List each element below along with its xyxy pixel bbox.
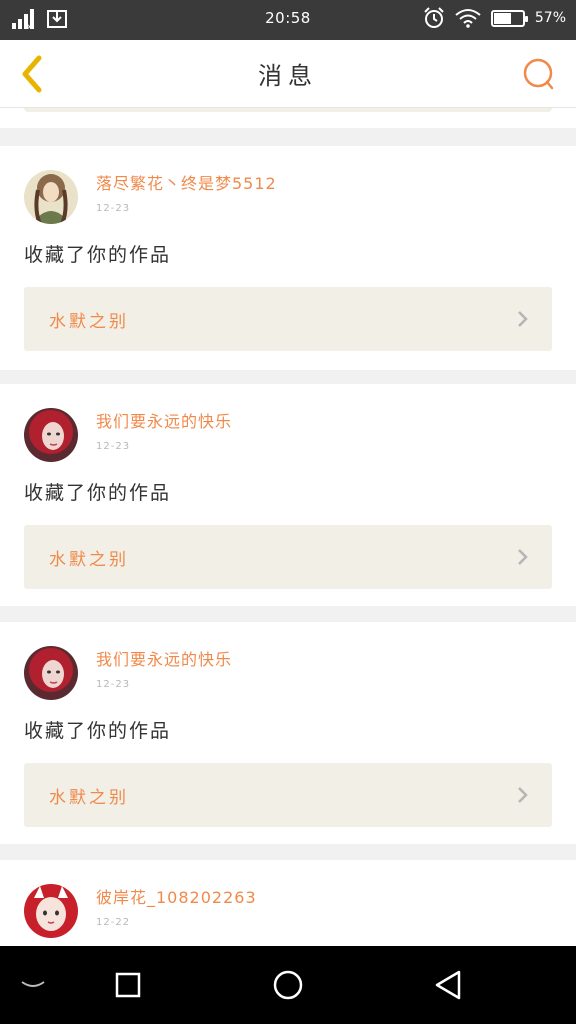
message-date: 12-22 [96, 917, 131, 928]
username[interactable]: 落尽繁花丶终是梦5512 [96, 170, 277, 194]
battery-icon [490, 9, 528, 27]
message-card: 我们要永远的快乐 12-23 收藏了你的作品 水默之别 [0, 622, 576, 844]
alarm-icon [424, 7, 444, 28]
message-card: 彼岸花_108202263 12-22 [0, 860, 576, 946]
work-title: 水默之别 [49, 312, 129, 332]
status-right: 57% [423, 7, 566, 29]
chevron-right-icon [518, 787, 528, 803]
system-navigation-bar [0, 946, 576, 1024]
message-date: 12-23 [96, 441, 131, 452]
message-date: 12-23 [96, 203, 131, 214]
search-icon [523, 58, 554, 90]
collapse-button[interactable] [5, 960, 61, 1010]
status-bar: x 20:58 57% [0, 0, 576, 40]
work-link[interactable]: 水默之别 [24, 525, 552, 589]
avatar[interactable] [24, 646, 78, 700]
message-date: 12-23 [96, 679, 131, 690]
avatar[interactable] [24, 884, 78, 938]
back-nav-button[interactable] [420, 960, 476, 1010]
work-link[interactable]: 水默之别 [24, 763, 552, 827]
wifi-icon [455, 9, 481, 28]
previous-work-box [24, 108, 552, 112]
username[interactable]: 我们要永远的快乐 [96, 646, 232, 670]
work-link[interactable]: 水默之别 [24, 287, 552, 351]
collapse-icon [21, 981, 45, 987]
message-action: 收藏了你的作品 [24, 244, 172, 266]
chevron-right-icon [518, 549, 528, 565]
back-icon [435, 970, 461, 1000]
avatar[interactable] [24, 170, 78, 224]
battery-fill [493, 12, 511, 24]
work-title: 水默之别 [49, 550, 129, 570]
recents-icon [115, 972, 141, 998]
battery-percent: 57% [534, 10, 566, 26]
previous-card-stub [0, 108, 576, 128]
message-list[interactable]: 落尽繁花丶终是梦5512 12-23 收藏了你的作品 水默之别 我们要永远的快乐… [0, 108, 576, 946]
avatar[interactable] [24, 408, 78, 462]
page-title: 消息 [258, 62, 318, 90]
home-button[interactable] [260, 960, 316, 1010]
header-bar: 消息 [0, 40, 576, 108]
work-title: 水默之别 [49, 788, 129, 808]
home-icon [273, 970, 303, 1000]
message-card: 落尽繁花丶终是梦5512 12-23 收藏了你的作品 水默之别 [0, 146, 576, 370]
message-card: 我们要永远的快乐 12-23 收藏了你的作品 水默之别 [0, 384, 576, 606]
screen: x 20:58 57% 消息 落尽繁花丶终是梦5512 12-23 收藏了你的作… [0, 0, 576, 1024]
chevron-right-icon [518, 311, 528, 327]
username[interactable]: 我们要永远的快乐 [96, 408, 232, 432]
message-action: 收藏了你的作品 [24, 482, 172, 504]
message-action: 收藏了你的作品 [24, 720, 172, 742]
username[interactable]: 彼岸花_108202263 [96, 884, 257, 908]
search-button[interactable] [518, 54, 558, 94]
recents-button[interactable] [100, 960, 156, 1010]
